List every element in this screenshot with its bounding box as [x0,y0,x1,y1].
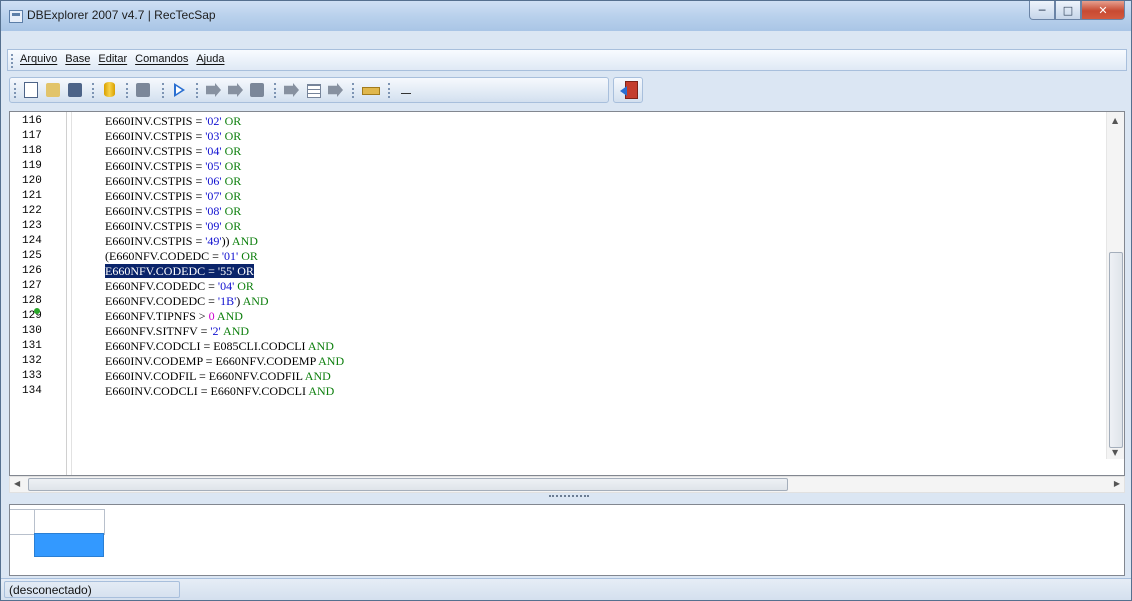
menu-base[interactable]: Base [65,53,90,65]
next-record-icon[interactable] [250,82,266,98]
grid-selected-cell[interactable] [34,533,104,557]
toolbar-separator [388,83,391,98]
line-number: 134 [22,385,42,397]
toolbar-separator [196,83,199,98]
grid-indicator-column [10,509,35,557]
dash-icon[interactable] [398,82,414,98]
line-number: 128 [22,295,42,307]
toolbar-separator [126,83,129,98]
line-number: 130 [22,325,42,337]
prev-record-icon[interactable] [284,82,300,98]
toolbar-grip[interactable] [14,83,17,98]
ruler-icon[interactable] [362,82,380,98]
line-number: 126 [22,265,42,277]
code-line[interactable]: E660NFV.SITNFV = '2' AND [105,324,249,339]
menu-editar[interactable]: Editar [98,53,127,65]
code-line[interactable]: E660INV.CSTPIS = '04' OR [105,144,241,159]
code-line[interactable]: E660INV.CODFIL = E660NFV.CODFIL AND [105,369,331,384]
menu-ajuda[interactable]: Ajuda [196,53,224,65]
toolbar-separator [92,83,95,98]
line-number: 121 [22,190,42,202]
line-number: 116 [22,115,42,127]
vertical-scroll-thumb[interactable] [1109,252,1123,448]
code-line[interactable]: E660NFV.CODCLI = E085CLI.CODCLI AND [105,339,334,354]
exit-door-icon[interactable] [616,78,638,99]
code-line[interactable]: E660INV.CODCLI = E660NFV.CODCLI AND [105,384,334,399]
bookmark-icon [34,308,40,314]
line-number: 131 [22,340,42,352]
line-number: 133 [22,370,42,382]
menu-comandos[interactable]: Comandos [135,53,188,65]
toolbar-separator [352,83,355,98]
run-play-icon[interactable] [172,82,188,98]
code-line[interactable]: E660INV.CSTPIS = '08' OR [105,204,241,219]
close-button[interactable]: ✕ [1081,1,1125,20]
app-icon [9,10,23,23]
open-folder-icon[interactable] [46,82,62,98]
first-record-icon[interactable] [206,82,222,98]
code-line[interactable]: E660NFV.CODEDC = '1B') AND [105,294,269,309]
sql-editor[interactable]: 116 117 118 119 120 121 122 123 124 125 … [9,111,1125,476]
list-view-icon[interactable] [306,82,322,98]
main-toolbar [9,77,609,103]
menu-arquivo[interactable]: Arquivo [20,53,57,65]
edit-record-icon[interactable] [228,82,244,98]
code-line[interactable]: E660INV.CSTPIS = '03' OR [105,129,241,144]
line-number: 122 [22,205,42,217]
vertical-scrollbar[interactable]: ▲ ▼ [1106,112,1124,459]
last-record-icon[interactable] [328,82,344,98]
line-number: 125 [22,250,42,262]
line-number: 119 [22,160,42,172]
window-title: DBExplorer 2007 v4.7 | RecTecSap [27,8,216,22]
toolbar-separator [274,83,277,98]
minimize-button[interactable]: ─ [1029,1,1055,20]
code-line[interactable]: E660INV.CSTPIS = '05' OR [105,159,241,174]
maximize-button[interactable]: □ [1055,1,1081,20]
code-line[interactable]: E660INV.CODEMP = E660NFV.CODEMP AND [105,354,344,369]
menubar-grip[interactable] [11,54,15,68]
horizontal-scroll-thumb[interactable] [28,478,788,491]
line-number: 127 [22,280,42,292]
code-line[interactable]: E660INV.CSTPIS = '06' OR [105,174,241,189]
save-disk-icon[interactable] [68,82,84,98]
horizontal-scrollbar[interactable]: ◀ ▶ [9,476,1125,493]
connection-status: (desconectado) [4,581,180,598]
scroll-left-icon[interactable]: ◀ [14,479,20,488]
code-line[interactable]: E660NFV.CODEDC = '55' OR [105,264,254,279]
code-line[interactable]: (E660NFV.CODEDC = '01' OR [105,249,258,264]
line-number: 123 [22,220,42,232]
new-document-icon[interactable] [24,82,40,98]
app-window: DBExplorer 2007 v4.7 | RecTecSap ─ □ ✕ A… [0,0,1132,601]
results-grid[interactable] [9,504,1125,576]
line-number: 124 [22,235,42,247]
line-number: 120 [22,175,42,187]
splitter-grip[interactable] [549,495,589,499]
caption-buttons: ─ □ ✕ [1029,1,1125,20]
line-number: 118 [22,145,42,157]
code-line[interactable]: E660INV.CSTPIS = '09' OR [105,219,241,234]
toolbar-separator [162,83,165,98]
code-line[interactable]: E660NFV.TIPNFS > 0 AND [105,309,243,324]
code-line[interactable]: E660NFV.CODEDC = '04' OR [105,279,254,294]
code-line[interactable]: E660INV.CSTPIS = '07' OR [105,189,241,204]
menu-bar: Arquivo Base Editar Comandos Ajuda [7,49,1127,71]
panel-splitter[interactable] [9,495,1125,502]
code-line[interactable]: E660INV.CSTPIS = '02' OR [105,114,241,129]
database-icon[interactable] [102,82,118,98]
scroll-right-icon[interactable]: ▶ [1114,479,1120,488]
exit-toolbar [613,77,643,103]
scroll-up-icon[interactable]: ▲ [1112,116,1118,125]
status-bar: (desconectado) [1,578,1131,600]
table-gray-icon[interactable] [136,82,152,98]
title-bar: DBExplorer 2007 v4.7 | RecTecSap ─ □ ✕ [1,1,1131,31]
line-number: 117 [22,130,42,142]
line-number: 132 [22,355,42,367]
scroll-down-icon[interactable]: ▼ [1112,448,1118,457]
code-line[interactable]: E660INV.CSTPIS = '49')) AND [105,234,258,249]
gutter-divider [71,112,72,475]
